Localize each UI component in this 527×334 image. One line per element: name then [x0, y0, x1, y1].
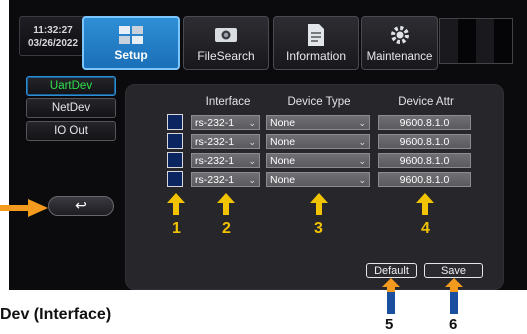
chevron-down-icon: ⌄	[248, 175, 256, 185]
callout-arrow-default	[382, 278, 400, 314]
sidebar-item-uartdev[interactable]: UartDev	[26, 76, 116, 96]
header-interface: Interface	[205, 96, 251, 108]
device-attr-field[interactable]: 9600.8.1.0	[378, 172, 471, 187]
chevron-down-icon: ⌄	[248, 118, 256, 128]
tab-setup[interactable]: Setup	[82, 16, 180, 70]
setup-icon	[119, 26, 143, 44]
callout-number-5: 5	[385, 316, 394, 333]
header-device-type: Device Type	[287, 96, 351, 108]
chevron-down-icon: ⌄	[248, 137, 256, 147]
chevron-down-icon: ⌄	[358, 118, 366, 128]
device-type-value: None	[270, 136, 296, 148]
device-type-select[interactable]: None ⌄	[266, 134, 370, 149]
callout-arrow-up	[167, 193, 185, 215]
tab-filesearch[interactable]: FileSearch	[183, 16, 269, 70]
callout-arrow-up	[217, 193, 235, 215]
interface-value: rs-232-1	[195, 117, 235, 129]
interface-select[interactable]: rs-232-1 ⌄	[191, 115, 260, 130]
chevron-down-icon: ⌄	[358, 156, 366, 166]
document-icon	[308, 24, 324, 46]
callout-number-2: 2	[222, 220, 231, 237]
chevron-down-icon: ⌄	[248, 156, 256, 166]
save-button[interactable]: Save	[424, 263, 483, 278]
callout-arrow-save	[445, 278, 463, 314]
clock-date: 03/26/2022	[27, 38, 79, 49]
interface-value: rs-232-1	[195, 136, 235, 148]
device-type-value: None	[270, 155, 296, 167]
interface-select[interactable]: rs-232-1 ⌄	[191, 172, 260, 187]
default-button[interactable]: Default	[366, 263, 417, 278]
gear-icon	[390, 26, 409, 44]
device-type-value: None	[270, 117, 296, 129]
callout-number-6: 6	[449, 316, 458, 333]
callout-number-1: 1	[172, 220, 181, 237]
interface-select[interactable]: rs-232-1 ⌄	[191, 153, 260, 168]
interface-value: rs-232-1	[195, 155, 235, 167]
clock-display: 11:32:27 03/26/2022	[19, 16, 87, 56]
callout-number-4: 4	[421, 220, 430, 237]
interface-value: rs-232-1	[195, 174, 235, 186]
device-type-select[interactable]: None ⌄	[266, 115, 370, 130]
tab-information-label: Information	[285, 49, 347, 63]
clock-time: 11:32:27	[33, 25, 73, 36]
row-enable-checkbox[interactable]	[167, 152, 183, 168]
back-button[interactable]: ↩	[48, 196, 114, 216]
device-attr-field[interactable]: 9600.8.1.0	[378, 134, 471, 149]
figure-caption: Dev (Interface)	[0, 306, 112, 323]
row-enable-checkbox[interactable]	[167, 171, 183, 187]
interface-select[interactable]: rs-232-1 ⌄	[191, 134, 260, 149]
device-type-select[interactable]: None ⌄	[266, 153, 370, 168]
callout-number-3: 3	[314, 220, 323, 237]
brand-logo-pattern	[439, 18, 513, 64]
tab-information[interactable]: Information	[273, 16, 359, 70]
device-type-value: None	[270, 174, 296, 186]
sidebar-item-netdev[interactable]: NetDev	[26, 98, 116, 118]
tab-maintenance[interactable]: Maintenance	[361, 16, 438, 70]
tab-maintenance-label: Maintenance	[366, 51, 433, 63]
tab-filesearch-label: FileSearch	[197, 49, 255, 63]
row-enable-checkbox[interactable]	[167, 133, 183, 149]
device-attr-field[interactable]: 9600.8.1.0	[378, 153, 471, 168]
row-enable-checkbox[interactable]	[167, 114, 183, 130]
chevron-down-icon: ⌄	[358, 137, 366, 147]
chevron-down-icon: ⌄	[358, 175, 366, 185]
callout-arrow-up	[416, 193, 434, 215]
header-device-attr: Device Attr	[398, 96, 454, 108]
callout-arrow-up	[310, 193, 328, 215]
sidebar-item-io-out[interactable]: IO Out	[26, 121, 116, 141]
device-type-select[interactable]: None ⌄	[266, 172, 370, 187]
tab-setup-label: Setup	[114, 48, 148, 62]
device-attr-field[interactable]: 9600.8.1.0	[378, 115, 471, 130]
callout-arrow-back	[0, 199, 48, 217]
camera-icon	[215, 28, 237, 42]
